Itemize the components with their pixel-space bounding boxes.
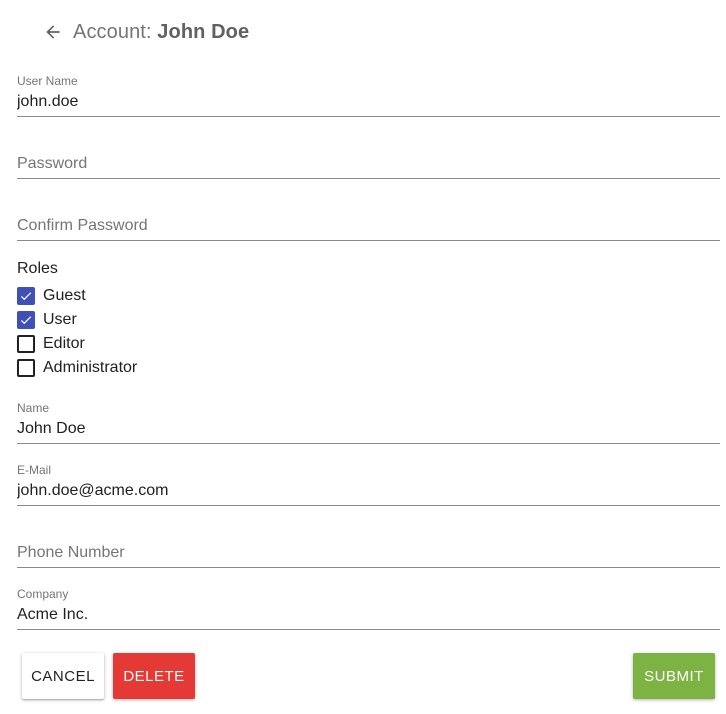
company-input[interactable] (17, 606, 697, 624)
role-editor[interactable]: Editor (17, 333, 85, 355)
company-label: Company (17, 587, 69, 601)
username-label: User Name (17, 74, 78, 88)
page-header: Account: John Doe (40, 14, 249, 50)
page-title-prefix: Account: (73, 20, 152, 43)
role-checkbox-user[interactable] (17, 311, 35, 329)
company-field[interactable]: Company (17, 587, 720, 630)
role-label-guest: Guest (43, 287, 86, 304)
phone-field[interactable] (17, 525, 720, 568)
confirm-password-input[interactable] (17, 217, 697, 235)
role-checkbox-editor[interactable] (17, 335, 35, 353)
role-user[interactable]: User (17, 309, 77, 331)
role-label-user: User (43, 311, 77, 328)
page-title-account-name: John Doe (157, 20, 250, 43)
role-guest[interactable]: Guest (17, 285, 86, 307)
name-field[interactable]: Name (17, 401, 720, 444)
check-icon (20, 292, 32, 301)
cancel-button[interactable]: CANCEL (22, 653, 104, 699)
password-input[interactable] (17, 155, 697, 173)
role-checkbox-guest[interactable] (17, 287, 35, 305)
role-label-editor: Editor (43, 335, 85, 352)
password-field[interactable] (17, 136, 720, 179)
name-input[interactable] (17, 420, 697, 438)
username-field[interactable]: User Name (17, 74, 720, 117)
role-checkbox-administrator[interactable] (17, 359, 35, 377)
role-label-administrator: Administrator (43, 359, 138, 376)
check-icon (20, 316, 32, 325)
email-input[interactable] (17, 482, 697, 500)
submit-button[interactable]: SUBMIT (633, 653, 715, 699)
delete-button[interactable]: DELETE (113, 653, 195, 699)
phone-input[interactable] (17, 544, 697, 562)
name-label: Name (17, 401, 50, 415)
page-title: Account: John Doe (73, 21, 249, 44)
arrow-left-icon (46, 25, 60, 39)
email-label: E-Mail (17, 463, 52, 477)
email-field[interactable]: E-Mail (17, 463, 720, 506)
confirm-password-field[interactable] (17, 198, 720, 241)
back-button[interactable] (40, 19, 66, 45)
username-input[interactable] (17, 93, 697, 111)
role-administrator[interactable]: Administrator (17, 357, 137, 379)
roles-label: Roles (17, 260, 58, 277)
